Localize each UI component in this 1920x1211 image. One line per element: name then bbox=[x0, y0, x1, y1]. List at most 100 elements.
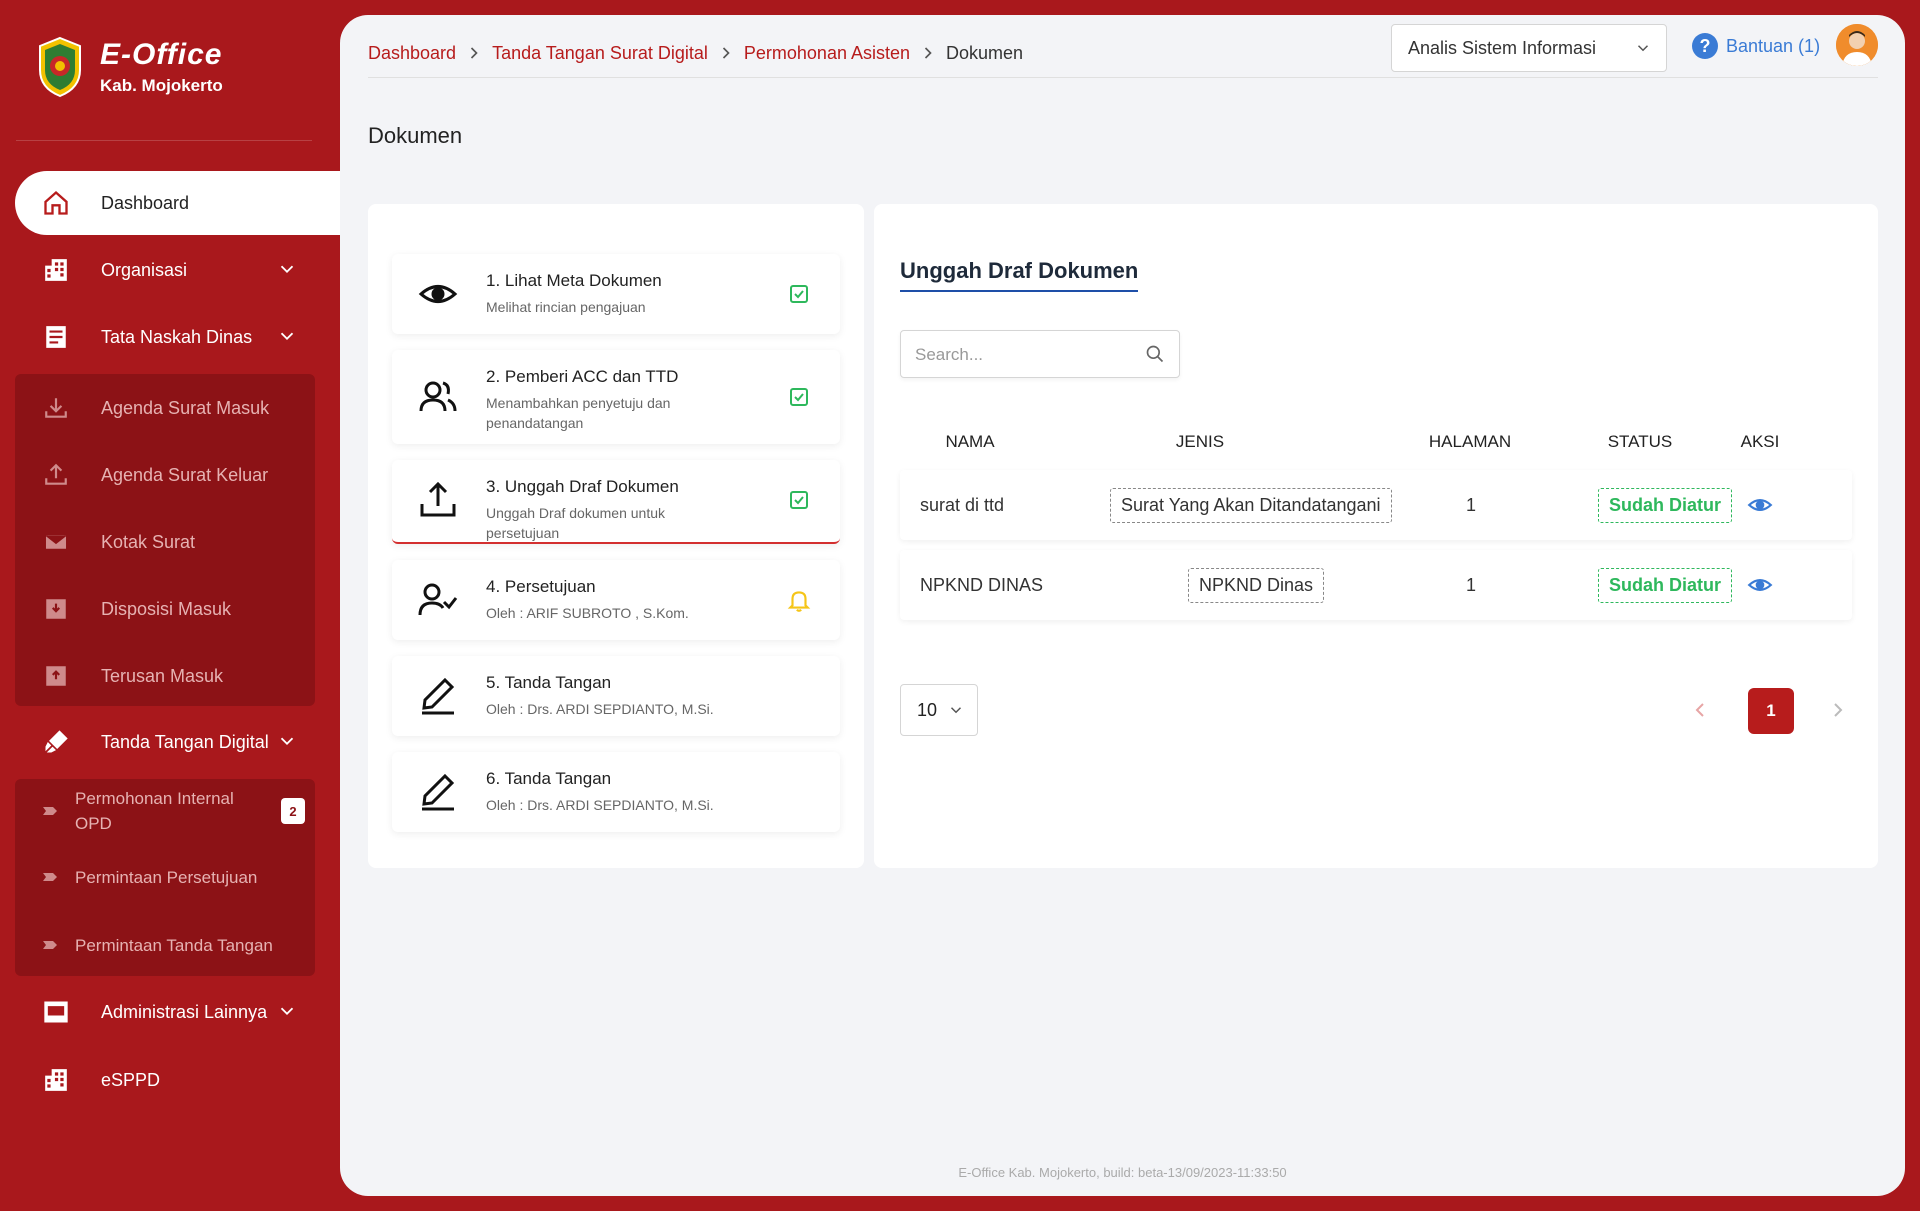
home-icon bbox=[41, 188, 71, 218]
cell-nama: NPKND DINAS bbox=[920, 574, 1044, 595]
tag-arrow-icon bbox=[43, 941, 57, 949]
upload-icon bbox=[420, 481, 456, 517]
main-content: Dashboard Tanda Tangan Surat Digital Per… bbox=[340, 15, 1905, 1196]
sidebar-item-permintaan-tanda-tangan[interactable]: Permintaan Tanda Tangan bbox=[15, 915, 315, 975]
question-icon: ? bbox=[1692, 33, 1718, 59]
sidebar-item-label: Disposisi Masuk bbox=[101, 598, 232, 619]
search-input[interactable] bbox=[915, 343, 1135, 367]
page-size-select[interactable]: 10 bbox=[900, 684, 978, 736]
chevron-down-icon bbox=[280, 332, 294, 341]
sidebar-item-label: Organisasi bbox=[101, 259, 188, 280]
step-pemberi-acc-dan-ttd[interactable]: 2. Pemberi ACC dan TTD Menambahkan penye… bbox=[392, 350, 840, 444]
sidebar-item-permintaan-persetujuan[interactable]: Permintaan Persetujuan bbox=[15, 847, 315, 907]
breadcrumb: Dashboard Tanda Tangan Surat Digital Per… bbox=[368, 37, 1023, 69]
table-row: NPKND DINAS NPKND Dinas 1 Sudah Diatur bbox=[900, 550, 1852, 620]
panel-title: Unggah Draf Dokumen bbox=[900, 258, 1139, 292]
brand-divider bbox=[16, 140, 312, 141]
bell-icon bbox=[787, 591, 811, 612]
role-select[interactable]: Analis Sistem Informasi bbox=[1391, 24, 1667, 72]
step-persetujuan[interactable]: 4. Persetujuan Oleh : ARIF SUBROTO , S.K… bbox=[392, 560, 840, 640]
jenis-tag: NPKND Dinas bbox=[1188, 567, 1325, 603]
pagination-next-icon[interactable] bbox=[1826, 698, 1850, 722]
step-title: 2. Pemberi ACC dan TTD bbox=[486, 367, 679, 386]
sidebar: E-Office Kab. Mojokerto Dashboard Organi… bbox=[0, 0, 340, 1211]
breadcrumb-current: Dokumen bbox=[946, 42, 1024, 63]
sidebar-item-label: Kotak Surat bbox=[101, 531, 196, 552]
pen-icon bbox=[422, 677, 455, 715]
step-title: 3. Unggah Draf Dokumen bbox=[486, 477, 679, 496]
sidebar-item-label: eSPPD bbox=[101, 1069, 161, 1090]
column-header-aksi: AKSI bbox=[1740, 432, 1780, 451]
chevron-right-icon bbox=[924, 47, 932, 59]
sidebar-item-tata-naskah-dinas[interactable]: Tata Naskah Dinas bbox=[15, 307, 340, 367]
checkbox-checked-icon bbox=[790, 491, 808, 509]
step-subtitle: Melihat rincian pengajuan bbox=[486, 299, 646, 315]
search-icon[interactable] bbox=[1145, 344, 1165, 364]
document-panel: Unggah Draf Dokumen NAMA JENIS HALAMAN S… bbox=[874, 204, 1878, 868]
breadcrumb-tanda-tangan-surat-digital[interactable]: Tanda Tangan Surat Digital bbox=[492, 43, 708, 64]
brand-title: E-Office bbox=[100, 38, 223, 71]
sidebar-item-tanda-tangan-digital[interactable]: Tanda Tangan Digital bbox=[15, 712, 340, 772]
sidebar-item-dashboard[interactable]: Dashboard bbox=[15, 171, 340, 235]
step-subtitle: Oleh : ARIF SUBROTO , S.Kom. bbox=[486, 605, 689, 621]
chevron-right-icon bbox=[470, 47, 478, 59]
sidebar-item-label: Agenda Surat Keluar bbox=[101, 464, 269, 485]
help-link[interactable]: ? Bantuan (1) bbox=[1692, 33, 1820, 59]
sidebar-item-agenda-surat-keluar[interactable]: Agenda Surat Keluar bbox=[15, 447, 315, 503]
upload-icon bbox=[41, 460, 71, 490]
sidebar-item-agenda-surat-masuk[interactable]: Agenda Surat Masuk bbox=[15, 380, 315, 436]
step-tanda-tangan-6[interactable]: 6. Tanda Tangan Oleh : Drs. ARDI SEPDIAN… bbox=[392, 752, 840, 832]
sidebar-item-esppd[interactable]: eSPPD bbox=[15, 1050, 340, 1110]
jenis-tag: Surat Yang Akan Ditandatangani bbox=[1110, 487, 1392, 523]
download-icon bbox=[41, 393, 71, 423]
submenu-tanda-tangan-digital: Permohonan Internal OPD 2 Permintaan Per… bbox=[15, 779, 315, 976]
sidebar-item-label: Permohonan Internal OPD bbox=[75, 789, 234, 833]
pagination-current-page[interactable]: 1 bbox=[1748, 688, 1794, 734]
sidebar-item-label: Administrasi Lainnya bbox=[101, 1001, 268, 1022]
sidebar-item-label: Tanda Tangan Digital bbox=[101, 731, 269, 752]
step-subtitle: Menambahkan penyetuju dan penandatangan bbox=[486, 395, 671, 431]
breadcrumb-dashboard[interactable]: Dashboard bbox=[368, 43, 456, 64]
column-header-jenis: JENIS bbox=[1175, 432, 1225, 451]
step-subtitle: Unggah Draf dokumen untuk persetujuan bbox=[486, 505, 665, 541]
cell-halaman: 1 bbox=[1466, 494, 1477, 515]
step-unggah-draf-dokumen[interactable]: 3. Unggah Draf Dokumen Unggah Draf dokum… bbox=[392, 460, 840, 544]
step-title: 6. Tanda Tangan bbox=[486, 769, 612, 788]
mojokerto-emblem-icon bbox=[39, 36, 81, 98]
checkbox-checked-icon bbox=[790, 388, 808, 406]
table-header: NAMA JENIS HALAMAN STATUS AKSI bbox=[900, 424, 1852, 460]
chevron-down-icon bbox=[280, 265, 294, 274]
count-badge: 2 bbox=[281, 798, 305, 824]
building-icon bbox=[41, 255, 71, 285]
checkbox-checked-icon bbox=[790, 285, 808, 303]
header-divider bbox=[368, 77, 1878, 78]
chevron-right-icon bbox=[722, 47, 730, 59]
view-eye-icon[interactable] bbox=[1747, 492, 1773, 518]
pagination-prev-icon[interactable] bbox=[1688, 698, 1712, 722]
sidebar-item-permohonan-internal-opd[interactable]: Permohonan Internal OPD 2 bbox=[15, 779, 315, 843]
step-lihat-meta-dokumen[interactable]: 1. Lihat Meta Dokumen Melihat rincian pe… bbox=[392, 254, 840, 334]
role-select-value: Analis Sistem Informasi bbox=[1408, 37, 1597, 58]
chevron-down-icon bbox=[950, 707, 962, 714]
chevron-down-icon bbox=[280, 737, 294, 746]
avatar[interactable] bbox=[1836, 24, 1878, 66]
column-header-halaman: HALAMAN bbox=[1428, 432, 1512, 451]
page-size-value: 10 bbox=[917, 699, 938, 720]
view-eye-icon[interactable] bbox=[1747, 572, 1773, 598]
sidebar-item-label: Agenda Surat Masuk bbox=[101, 397, 270, 418]
steps-card: 1. Lihat Meta Dokumen Melihat rincian pe… bbox=[368, 204, 864, 868]
step-title: 1. Lihat Meta Dokumen bbox=[486, 271, 662, 290]
sidebar-item-organisasi[interactable]: Organisasi bbox=[15, 240, 340, 300]
step-tanda-tangan-5[interactable]: 5. Tanda Tangan Oleh : Drs. ARDI SEPDIAN… bbox=[392, 656, 840, 736]
sidebar-item-administrasi-lainnya[interactable]: Administrasi Lainnya bbox=[15, 982, 340, 1042]
breadcrumb-permohonan-asisten[interactable]: Permohonan Asisten bbox=[744, 43, 910, 64]
table-row: surat di ttd Surat Yang Akan Ditandatang… bbox=[900, 470, 1852, 540]
column-header-nama: NAMA bbox=[945, 432, 995, 451]
inbox-download-icon bbox=[41, 594, 71, 624]
sidebar-item-terusan-masuk[interactable]: Terusan Masuk bbox=[15, 648, 315, 704]
sidebar-item-kotak-surat[interactable]: Kotak Surat bbox=[15, 514, 315, 570]
mail-icon bbox=[41, 527, 71, 557]
step-subtitle: Oleh : Drs. ARDI SEPDIANTO, M.Si. bbox=[486, 701, 714, 717]
sidebar-item-disposisi-masuk[interactable]: Disposisi Masuk bbox=[15, 581, 315, 637]
building-icon bbox=[41, 1065, 71, 1095]
